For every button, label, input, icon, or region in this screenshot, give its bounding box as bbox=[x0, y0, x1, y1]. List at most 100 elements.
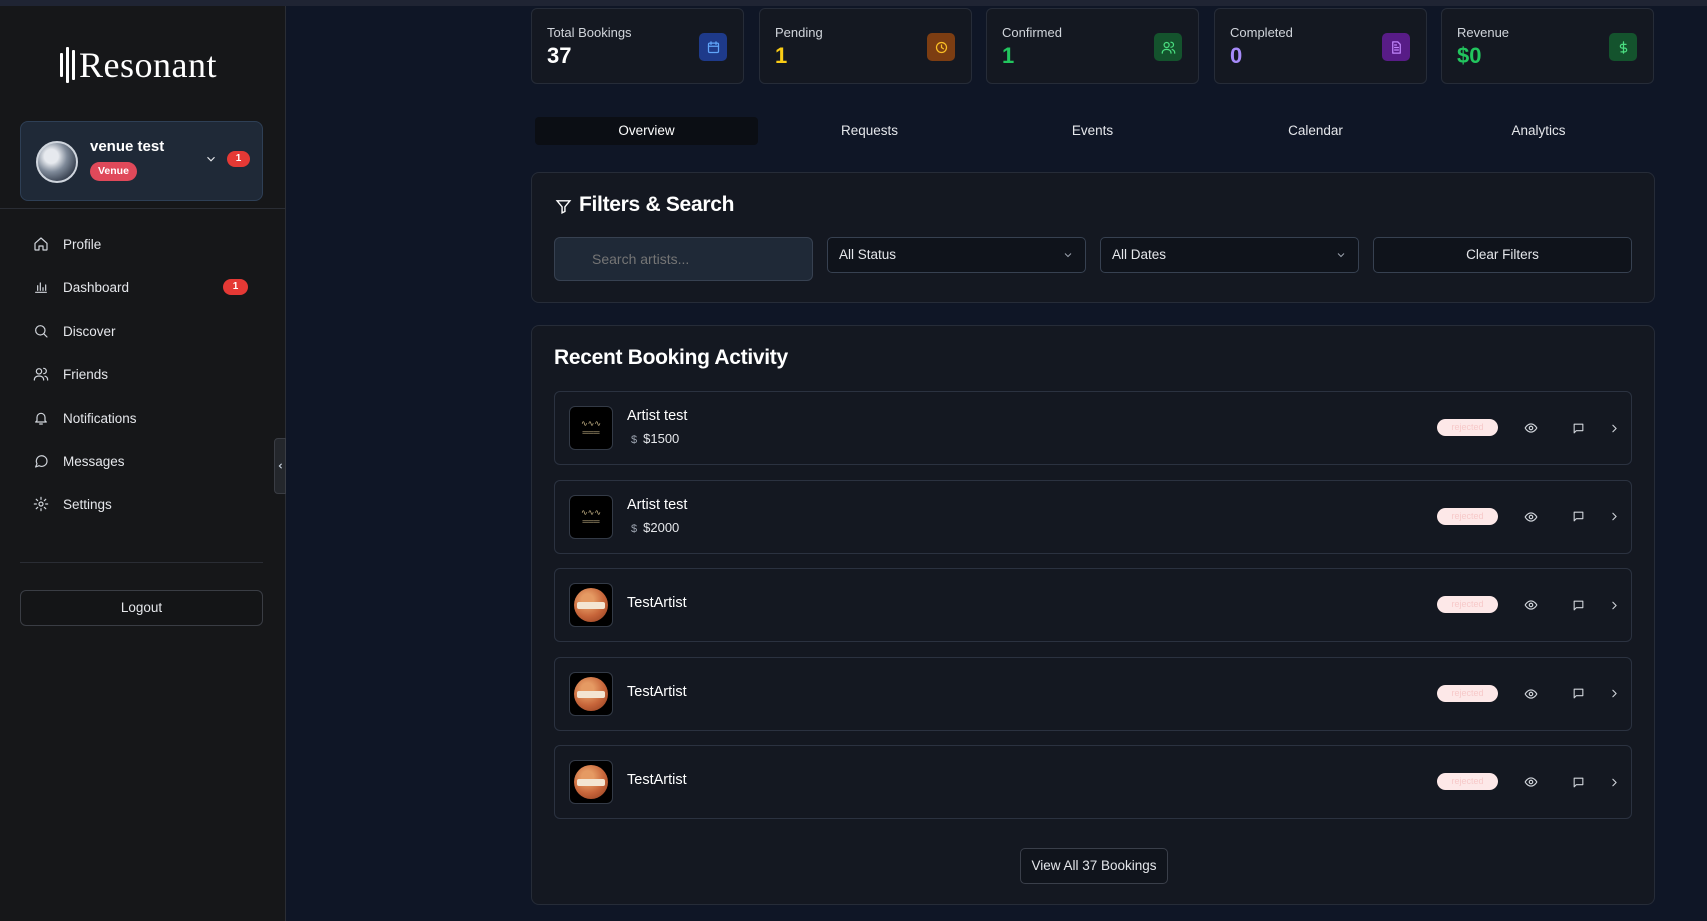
booking-row[interactable]: ∿∿∿ ═══ Artist test $ $2000 rejected bbox=[554, 479, 1632, 554]
sidebar-item-friends[interactable]: Friends bbox=[20, 356, 263, 392]
filters-panel: Filters & Search All Status All Dates Cl… bbox=[531, 172, 1655, 303]
chat-icon[interactable] bbox=[1569, 773, 1587, 791]
sidebar-item-label: Friends bbox=[63, 366, 109, 382]
chevron-right-icon[interactable] bbox=[1605, 508, 1623, 526]
chevron-right-icon[interactable] bbox=[1605, 773, 1623, 791]
dates-select[interactable]: All Dates bbox=[1100, 237, 1359, 273]
chevron-down-icon bbox=[1064, 253, 1072, 258]
sidebar-divider bbox=[20, 562, 263, 563]
logo-mark bbox=[60, 47, 75, 83]
chat-icon[interactable] bbox=[1569, 685, 1587, 703]
booking-row[interactable]: TestArtist rejected bbox=[554, 568, 1632, 642]
gear-icon bbox=[33, 496, 49, 512]
search-icon bbox=[33, 323, 49, 339]
sidebar-item-notifications[interactable]: Notifications bbox=[20, 400, 263, 436]
bar-chart-icon bbox=[33, 279, 49, 295]
artist-thumbnail: ∿∿∿ ═══ bbox=[569, 494, 613, 539]
tab-overview[interactable]: Overview bbox=[535, 117, 758, 145]
stat-label: Confirmed bbox=[1002, 25, 1062, 40]
activity-title: Recent Booking Activity bbox=[554, 346, 788, 369]
stat-label: Pending bbox=[775, 25, 823, 40]
chevron-right-icon[interactable] bbox=[1605, 685, 1623, 703]
eye-icon[interactable] bbox=[1522, 508, 1540, 526]
users-icon bbox=[33, 366, 49, 382]
sidebar-item-label: Dashboard bbox=[63, 279, 130, 295]
tab-events[interactable]: Events bbox=[981, 117, 1204, 145]
home-icon bbox=[33, 236, 49, 252]
status-select[interactable]: All Status bbox=[827, 237, 1086, 273]
chevron-down-icon bbox=[1337, 253, 1345, 258]
artist-logo: ∿∿∿ ═══ bbox=[580, 419, 602, 437]
profile-switcher[interactable]: venue test Venue 1 bbox=[20, 121, 263, 201]
view-all-bookings-button[interactable]: View All 37 Bookings bbox=[1020, 848, 1168, 884]
basketball-image bbox=[574, 588, 608, 622]
chevron-right-icon[interactable] bbox=[1605, 419, 1623, 437]
logout-button[interactable]: Logout bbox=[20, 590, 263, 626]
artist-name: Artist test bbox=[627, 496, 688, 513]
sidebar-item-messages[interactable]: Messages bbox=[20, 443, 263, 479]
app-logo[interactable]: Resonant bbox=[60, 40, 217, 90]
tab-requests[interactable]: Requests bbox=[758, 117, 981, 145]
dollar-icon: $ bbox=[631, 522, 638, 535]
stat-card-confirmed: Confirmed 1 bbox=[986, 8, 1199, 84]
artist-name: TestArtist bbox=[627, 683, 687, 700]
document-icon bbox=[1382, 33, 1410, 61]
chevron-down-icon[interactable] bbox=[204, 152, 218, 166]
stat-value: $0 bbox=[1457, 43, 1482, 68]
app-name: Resonant bbox=[79, 45, 217, 85]
sidebar-collapse-button[interactable] bbox=[274, 438, 286, 494]
eye-icon[interactable] bbox=[1522, 685, 1540, 703]
eye-icon[interactable] bbox=[1522, 419, 1540, 437]
chevron-right-icon[interactable] bbox=[1605, 596, 1623, 614]
artist-name: TestArtist bbox=[627, 595, 687, 611]
booking-row[interactable]: ∿∿∿ ═══ Artist test $ $1500 rejected bbox=[554, 391, 1632, 465]
basketball-image bbox=[574, 765, 608, 799]
stat-card-pending: Pending 1 bbox=[759, 8, 972, 84]
sidebar-item-dashboard[interactable]: Dashboard 1 bbox=[20, 269, 263, 305]
clear-filters-button[interactable]: Clear Filters bbox=[1373, 237, 1632, 273]
stat-value: 37 bbox=[547, 43, 572, 68]
tab-calendar[interactable]: Calendar bbox=[1204, 117, 1427, 145]
bell-icon bbox=[33, 410, 49, 426]
eye-icon[interactable] bbox=[1522, 596, 1540, 614]
chat-icon[interactable] bbox=[1569, 419, 1587, 437]
dashboard-count-badge: 1 bbox=[223, 279, 248, 295]
artist-thumbnail: ∿∿∿ ═══ bbox=[569, 406, 613, 450]
sidebar-item-label: Profile bbox=[63, 236, 102, 252]
status-badge: rejected bbox=[1437, 596, 1498, 613]
tab-analytics[interactable]: Analytics bbox=[1427, 117, 1650, 145]
sidebar-item-discover[interactable]: Discover bbox=[20, 313, 263, 349]
user-name: venue test bbox=[90, 138, 165, 155]
sidebar-item-label: Notifications bbox=[63, 410, 137, 426]
sidebar-divider bbox=[0, 208, 286, 209]
avatar bbox=[36, 141, 78, 183]
stat-label: Revenue bbox=[1457, 25, 1510, 40]
tab-bar: Overview Requests Events Calendar Analytics bbox=[535, 117, 1650, 145]
booking-price: $ $2000 bbox=[627, 520, 679, 535]
sidebar-item-settings[interactable]: Settings bbox=[20, 486, 263, 522]
booking-price-value: $2000 bbox=[643, 519, 680, 535]
sidebar-item-label: Messages bbox=[63, 453, 125, 469]
users-icon bbox=[1154, 33, 1182, 61]
chat-icon[interactable] bbox=[1569, 596, 1587, 614]
eye-icon[interactable] bbox=[1522, 773, 1540, 791]
artist-thumbnail bbox=[569, 760, 613, 804]
booking-row[interactable]: TestArtist rejected bbox=[554, 745, 1632, 819]
calendar-icon bbox=[699, 33, 727, 61]
chat-icon[interactable] bbox=[1569, 508, 1587, 526]
status-badge: rejected bbox=[1437, 419, 1498, 436]
search-input[interactable] bbox=[554, 237, 813, 281]
stat-value: 0 bbox=[1230, 43, 1243, 68]
filters-title: Filters & Search bbox=[579, 193, 735, 216]
stat-card-revenue: Revenue $0 bbox=[1441, 8, 1654, 84]
basketball-image bbox=[574, 676, 608, 711]
dollar-icon bbox=[1609, 33, 1637, 61]
dollar-icon: $ bbox=[631, 434, 638, 446]
booking-row[interactable]: TestArtist rejected bbox=[554, 656, 1632, 731]
sidebar-item-profile[interactable]: Profile bbox=[20, 226, 263, 262]
notification-count-badge: 1 bbox=[227, 151, 250, 167]
stat-label: Completed bbox=[1230, 25, 1293, 40]
sidebar-item-label: Settings bbox=[63, 496, 112, 512]
sidebar: Resonant venue test Venue 1 Profile Dashb… bbox=[0, 6, 286, 921]
role-badge: Venue bbox=[90, 162, 137, 181]
